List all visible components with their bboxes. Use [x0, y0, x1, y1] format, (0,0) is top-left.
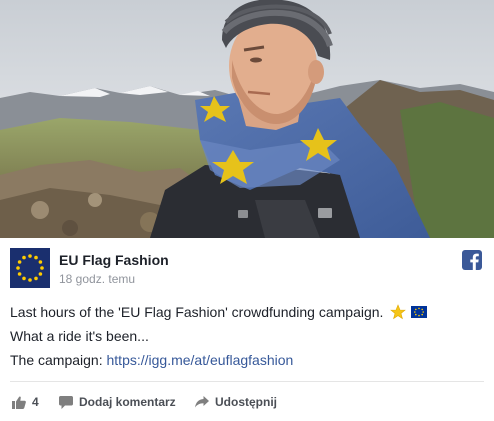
share-button[interactable]: Udostępnij [195, 392, 277, 412]
post-line-2: What a ride it's been... [10, 328, 149, 344]
share-arrow-icon [195, 396, 209, 408]
post-line-3-prefix: The campaign: [10, 352, 107, 368]
actions-divider [10, 381, 484, 382]
like-button[interactable]: 4 [12, 392, 39, 412]
comment-button[interactable]: Dodaj komentarz [59, 392, 176, 412]
post-line-1-text: Last hours of the 'EU Flag Fashion' crow… [10, 304, 384, 320]
campaign-link[interactable]: https://igg.me/at/euflagfashion [107, 352, 294, 368]
post-line-3: The campaign: https://igg.me/at/euflagfa… [10, 348, 484, 372]
post-actions-bar: 4 Dodaj komentarz Udostępnij [10, 392, 484, 412]
post-timestamp[interactable]: 18 godz. temu [59, 272, 135, 286]
page-avatar-eu-flag[interactable] [10, 248, 50, 288]
post-header: EU Flag Fashion 18 godz. temu [10, 248, 484, 290]
photo-man-with-eu-scarf [0, 0, 494, 238]
eu-flag-emoji-icon [411, 306, 428, 318]
comment-bubble-icon [59, 395, 73, 409]
thumbs-up-icon [12, 396, 26, 409]
facebook-post-card: EU Flag Fashion 18 godz. temu Last hours… [0, 0, 494, 421]
comment-label: Dodaj komentarz [79, 395, 176, 409]
post-photo[interactable] [0, 0, 494, 238]
share-label: Udostępnij [215, 395, 277, 409]
post-line-1: Last hours of the 'EU Flag Fashion' crow… [10, 300, 484, 324]
like-count: 4 [32, 395, 39, 409]
star-emoji-icon [390, 304, 407, 320]
post-text: Last hours of the 'EU Flag Fashion' crow… [10, 300, 484, 372]
page-name-link[interactable]: EU Flag Fashion [59, 252, 169, 268]
facebook-logo-icon[interactable] [462, 250, 482, 270]
